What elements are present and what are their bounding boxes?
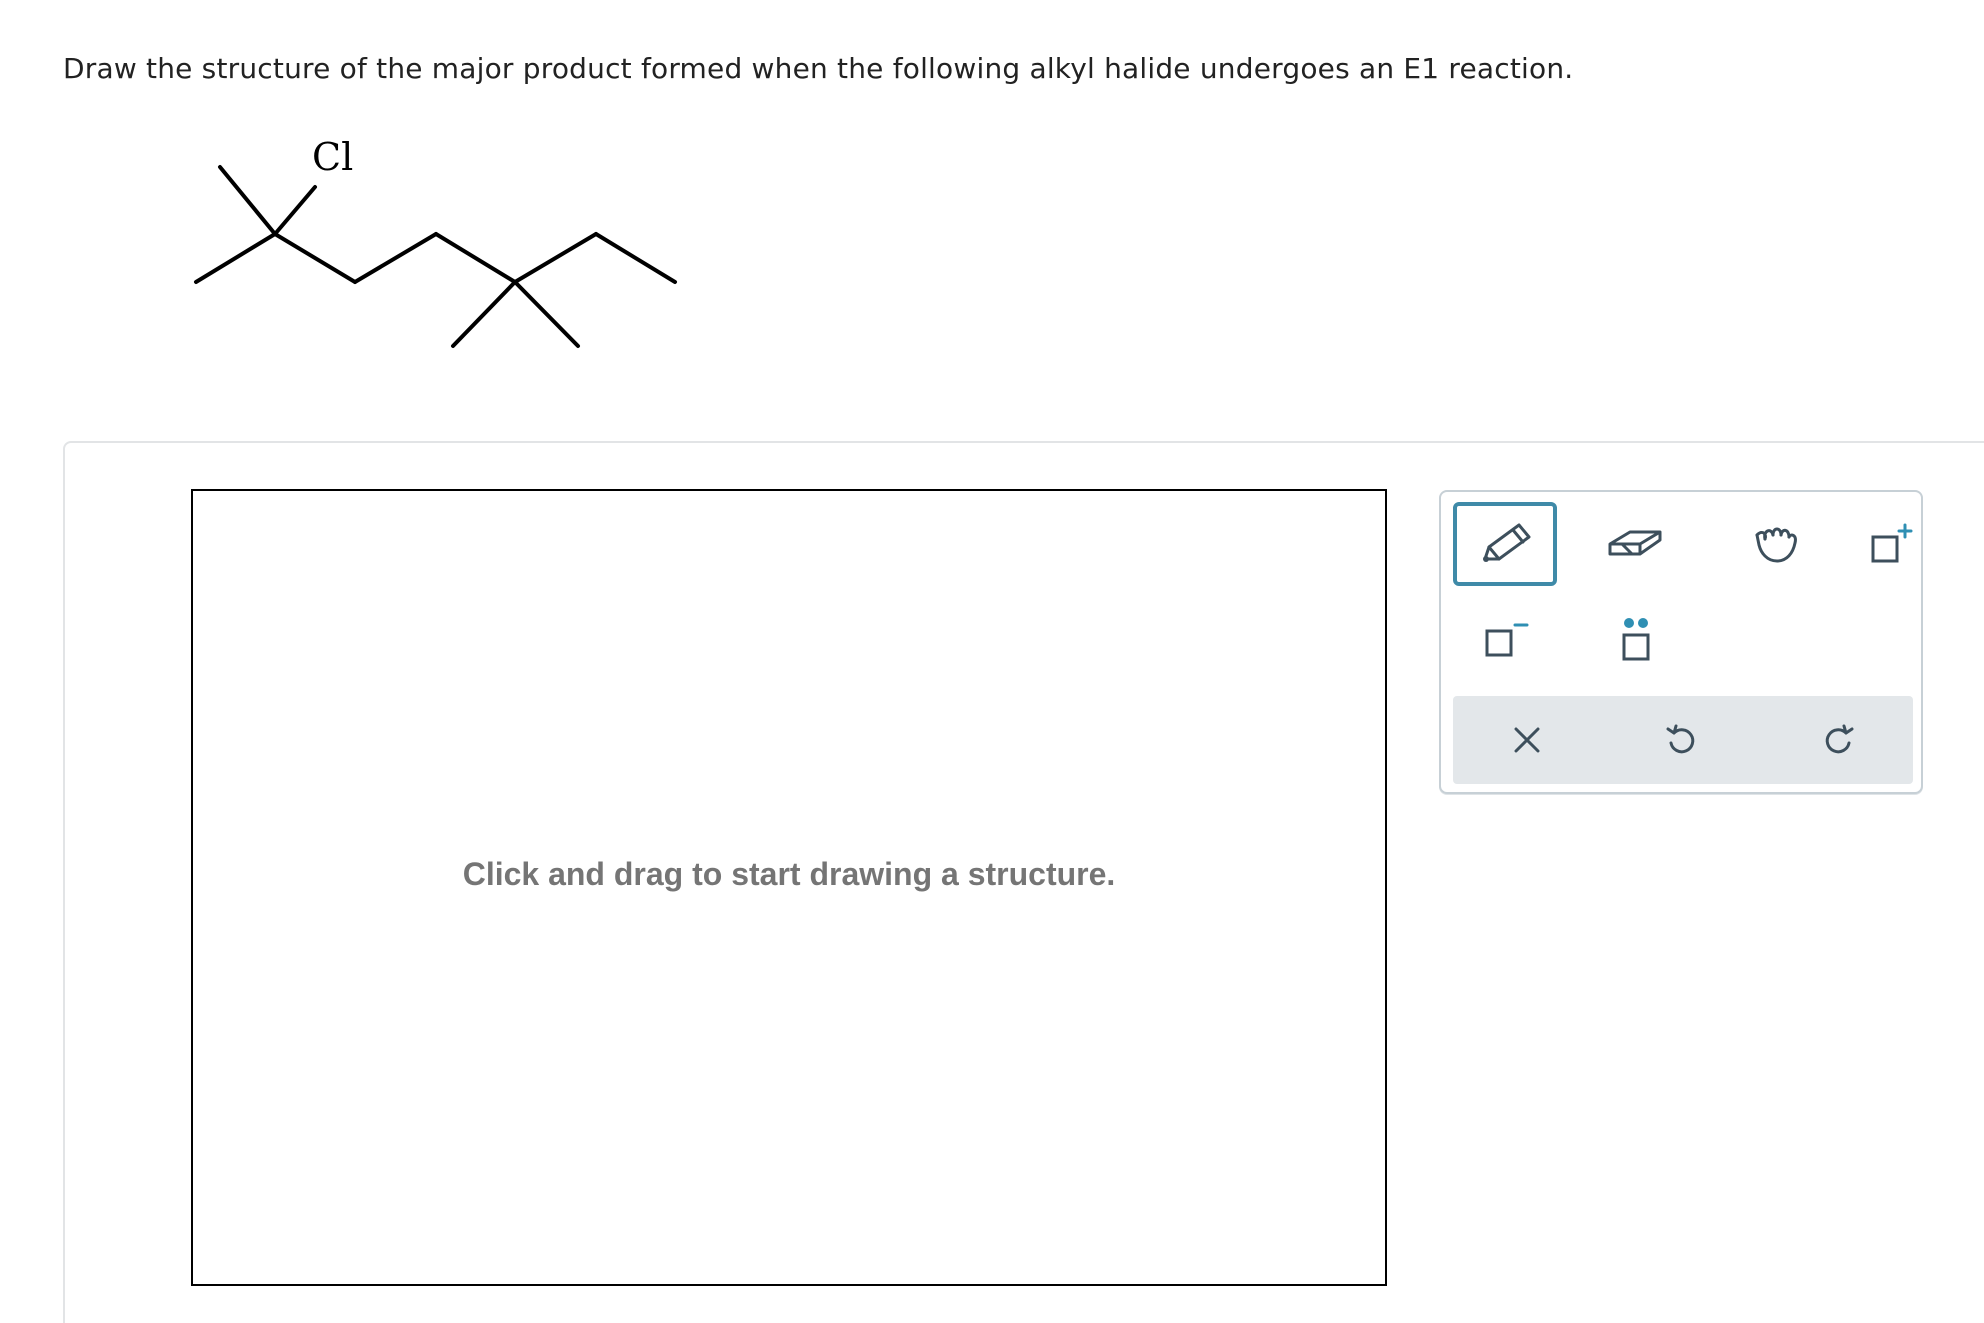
eraser-tool-button[interactable] xyxy=(1583,502,1687,586)
bond xyxy=(273,185,317,236)
lone-pair-tool-button[interactable] xyxy=(1583,596,1687,680)
action-bar xyxy=(1453,696,1913,784)
canvas-hint: Click and drag to start drawing a struct… xyxy=(462,856,1116,892)
bond xyxy=(273,232,357,284)
bond xyxy=(194,232,277,284)
question-prompt: Draw the structure of the major product … xyxy=(63,52,1574,85)
clear-button[interactable] xyxy=(1477,696,1577,784)
pencil-tool-button[interactable] xyxy=(1453,502,1557,586)
redo-icon xyxy=(1825,724,1854,754)
bond xyxy=(434,232,517,284)
drawing-toolbar xyxy=(1439,490,1923,794)
bond xyxy=(353,232,438,284)
pencil-icon xyxy=(1483,523,1531,562)
bond xyxy=(513,232,598,284)
undo-icon xyxy=(1666,724,1695,754)
eraser-icon xyxy=(1608,530,1662,556)
undo-button[interactable] xyxy=(1631,696,1731,784)
hand-icon xyxy=(1755,527,1797,563)
close-icon xyxy=(1514,727,1540,753)
bond xyxy=(513,280,580,348)
drawing-canvas[interactable]: Click and drag to start drawing a struct… xyxy=(191,489,1387,1286)
chlorine-label: Cl xyxy=(312,135,353,179)
bond xyxy=(594,232,677,284)
negative-charge-tool-button[interactable] xyxy=(1453,596,1557,680)
bond xyxy=(451,280,517,348)
redo-button[interactable] xyxy=(1789,696,1889,784)
bond xyxy=(218,165,277,236)
lone-pair-icon xyxy=(1622,618,1650,661)
negative-charge-icon xyxy=(1485,623,1529,657)
positive-charge-tool-button[interactable] xyxy=(1839,502,1943,586)
hand-tool-button[interactable] xyxy=(1727,502,1831,586)
positive-charge-icon xyxy=(1871,523,1913,563)
alkyl-halide-structure: Cl xyxy=(194,135,677,348)
